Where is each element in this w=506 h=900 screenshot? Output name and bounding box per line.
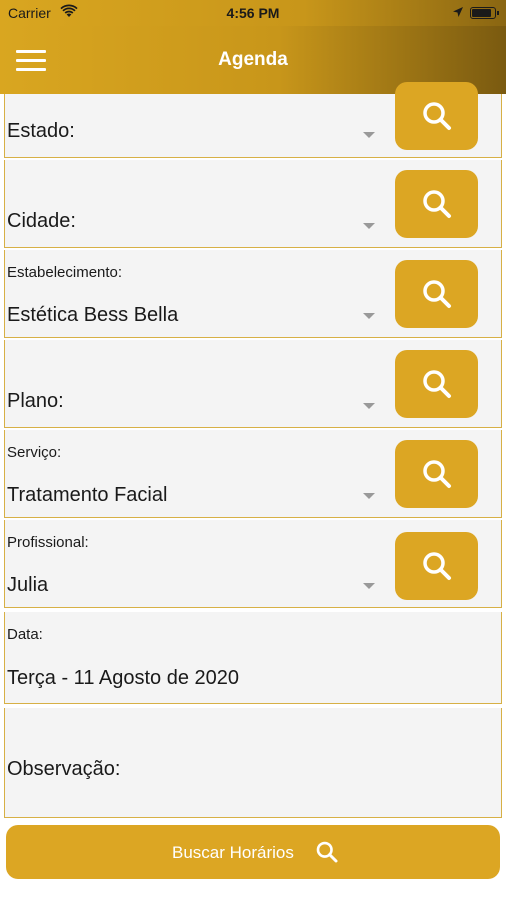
- search-icon: [423, 460, 451, 488]
- servico-label: Serviço:: [7, 444, 62, 461]
- search-icon: [423, 190, 451, 218]
- data-label: Data:: [7, 626, 43, 643]
- estabelecimento-search-button[interactable]: [395, 260, 478, 328]
- observacao-value: Observação:: [7, 758, 121, 780]
- profissional-search-button[interactable]: [395, 532, 478, 600]
- chevron-down-icon[interactable]: [363, 583, 375, 589]
- estado-search-button[interactable]: [395, 82, 478, 150]
- estado-value: Estado:: [7, 120, 75, 142]
- profissional-field[interactable]: Profissional: Julia: [4, 520, 502, 608]
- status-time: 4:56 PM: [226, 5, 280, 21]
- page-title: Agenda: [218, 49, 288, 70]
- buscar-horarios-label: Buscar Horários: [172, 843, 294, 862]
- chevron-down-icon[interactable]: [363, 132, 375, 138]
- estado-field[interactable]: Estado:: [4, 82, 502, 158]
- chevron-down-icon[interactable]: [363, 223, 375, 229]
- cidade-value: Cidade:: [7, 210, 76, 232]
- data-field[interactable]: Data: Terça - 11 Agosto de 2020: [4, 612, 502, 704]
- profissional-value: Julia: [7, 574, 49, 596]
- servico-value: Tratamento Facial: [7, 484, 168, 506]
- search-icon: [316, 841, 338, 863]
- cidade-field[interactable]: Cidade:: [4, 160, 502, 248]
- estabelecimento-label: Estabelecimento:: [7, 264, 123, 281]
- location-arrow-icon: [452, 5, 464, 21]
- status-bar: Carrier 4:56 PM: [0, 0, 506, 26]
- battery-icon: [470, 7, 499, 19]
- servico-search-button[interactable]: [395, 440, 478, 508]
- plano-field[interactable]: Plano:: [4, 340, 502, 428]
- estabelecimento-value: Estética Bess Bella: [7, 304, 179, 326]
- profissional-label: Profissional:: [7, 534, 89, 551]
- chevron-down-icon[interactable]: [363, 493, 375, 499]
- plano-search-button[interactable]: [395, 350, 478, 418]
- plano-value: Plano:: [7, 390, 64, 412]
- data-value: Terça - 11 Agosto de 2020: [7, 667, 240, 689]
- chevron-down-icon[interactable]: [363, 403, 375, 409]
- search-icon: [423, 280, 451, 308]
- chevron-down-icon[interactable]: [363, 313, 375, 319]
- agenda-form: Estado: Cidade: Estabelecimento: Estétic…: [0, 82, 506, 900]
- servico-field[interactable]: Serviço: Tratamento Facial: [4, 430, 502, 518]
- observacao-field[interactable]: Observação:: [4, 708, 502, 818]
- buscar-horarios-button[interactable]: Buscar Horários: [6, 825, 500, 879]
- battery-level: [472, 9, 491, 17]
- search-icon: [423, 370, 451, 398]
- cidade-search-button[interactable]: [395, 170, 478, 238]
- search-icon: [423, 102, 451, 130]
- estabelecimento-field[interactable]: Estabelecimento: Estética Bess Bella: [4, 250, 502, 338]
- search-icon: [423, 552, 451, 580]
